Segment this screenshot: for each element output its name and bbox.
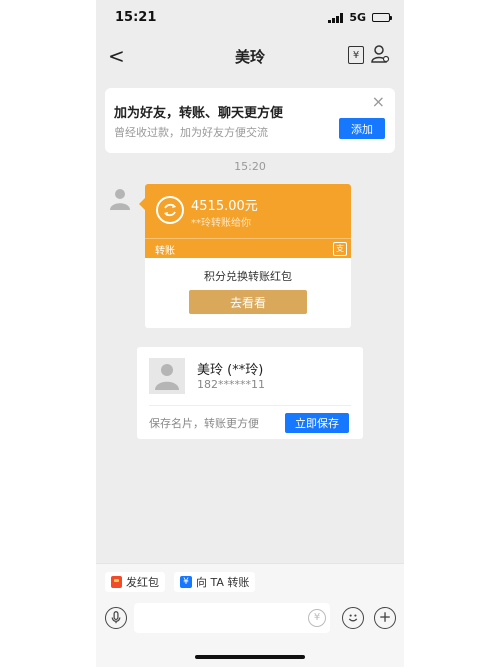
contact-name: 美玲 (**玲) (197, 363, 264, 378)
quick-actions-bar: 发红包 ¥ 向 TA 转账 (96, 563, 404, 600)
plus-icon (379, 612, 390, 622)
contact-avatar (149, 358, 185, 394)
status-time: 15:21 (115, 10, 157, 25)
microphone-icon (111, 611, 120, 624)
yuan-icon: ¥ (180, 576, 192, 588)
add-friend-banner: 加为好友，转账、聊天更方便 曾经收过款，加为好友方便交流 × 添加 (105, 88, 395, 153)
smiley-icon (348, 614, 357, 622)
sender-avatar[interactable] (107, 186, 133, 212)
transfer-amount: 4515.00元 (191, 199, 258, 214)
transfer-divider (145, 238, 351, 239)
voice-input-button[interactable] (105, 607, 127, 629)
send-red-packet-label: 发红包 (126, 576, 159, 589)
status-indicators: 5G (328, 11, 392, 24)
transfer-arrows-icon (156, 196, 184, 224)
banner-title: 加为好友，转账、聊天更方便 (114, 106, 284, 121)
send-red-packet-button[interactable]: 发红包 (105, 572, 165, 592)
transfer-to-ta-button[interactable]: ¥ 向 TA 转账 (174, 572, 256, 592)
network-label: 5G (349, 11, 366, 24)
transfer-promo-text: 积分兑换转账红包 (204, 270, 292, 283)
contact-phone: 182******11 (197, 378, 265, 391)
contact-divider (149, 405, 351, 406)
transfer-header[interactable]: 4515.00元 **玲转账给你 转账 支 (139, 184, 351, 258)
transfer-type-label: 转账 (155, 246, 175, 257)
transfer-message-card[interactable]: 4515.00元 **玲转账给你 转账 支 积分兑换转账红包 去看看 (139, 184, 351, 328)
user-settings-icon[interactable] (370, 44, 390, 64)
save-contact-button[interactable]: 立即保存 (285, 413, 349, 433)
phone-screen: 15:21 5G < 美玲 ¥ 加为好友，转账、聊天更方便 曾经收过款，加为好友… (96, 0, 404, 667)
banner-subtitle: 曾经收过款，加为好友方便交流 (114, 126, 268, 139)
add-friend-button[interactable]: 添加 (339, 118, 385, 139)
nav-bar: < 美玲 ¥ (96, 36, 404, 76)
message-timestamp: 15:20 (234, 160, 266, 173)
go-see-button[interactable]: 去看看 (189, 290, 307, 314)
close-icon[interactable]: × (372, 92, 385, 111)
transfer-to-ta-label: 向 TA 转账 (196, 576, 250, 589)
home-indicator (195, 655, 305, 659)
status-bar: 15:21 5G (96, 0, 404, 36)
battery-icon (372, 13, 392, 22)
alipay-logo-icon: 支 (333, 242, 347, 256)
signal-icon (328, 12, 344, 23)
red-packet-icon (111, 576, 122, 588)
transfer-note: **玲转账给你 (191, 218, 251, 229)
emoji-button[interactable] (342, 607, 364, 629)
bill-icon[interactable]: ¥ (348, 46, 364, 64)
yuan-circle-icon[interactable]: ¥ (308, 609, 326, 627)
contact-hint: 保存名片，转账更方便 (149, 417, 259, 430)
more-button[interactable] (374, 607, 396, 629)
message-input[interactable] (134, 603, 330, 633)
contact-card[interactable]: 美玲 (**玲) 182******11 保存名片，转账更方便 立即保存 (137, 347, 363, 439)
